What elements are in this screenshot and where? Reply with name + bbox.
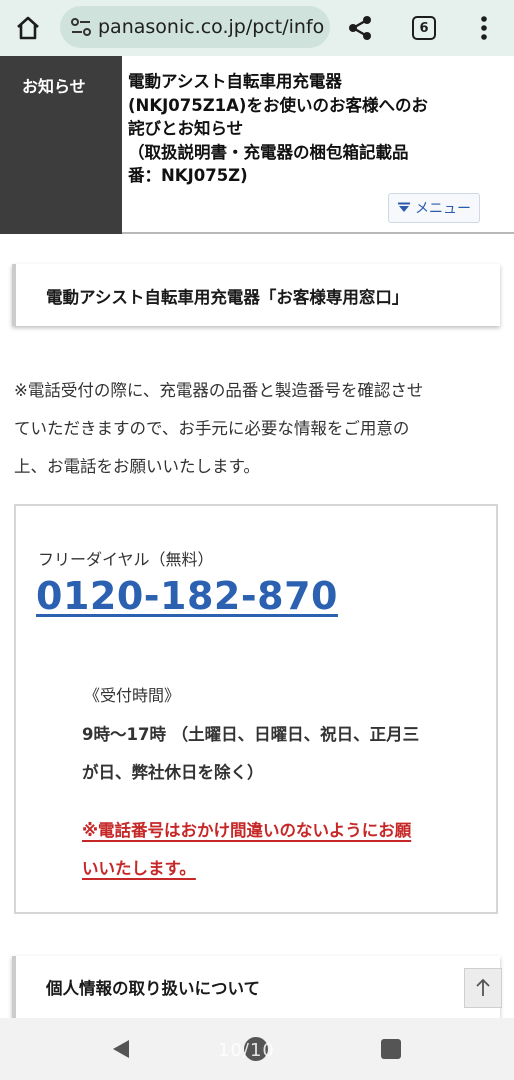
notice-line: (NKJ075Z1A)をお使いのお客様へのお bbox=[128, 95, 428, 115]
menu-button[interactable]: メニュー bbox=[388, 193, 480, 223]
url-text[interactable]: panasonic.co.jp/pct/info bbox=[98, 16, 324, 38]
tab-count: 6 bbox=[419, 20, 429, 36]
warning-text: ※電話番号はおかけ間違いのないようにお願 いいたします。 bbox=[82, 812, 482, 888]
section-heading: 電動アシスト自転車用充電器「お客様専用窓口」 bbox=[12, 264, 500, 326]
notice-line: 詫びとお知らせ bbox=[128, 119, 244, 138]
hours-line: が日、弊社休日を除く） bbox=[82, 763, 264, 782]
warning-line: いいたします。 bbox=[82, 859, 196, 878]
notice-line: 電動アシスト自転車用充電器 bbox=[128, 72, 342, 91]
browser-toolbar: panasonic.co.jp/pct/info 6 bbox=[0, 0, 514, 56]
intro-line: ていただきますので、お手元に必要な情報をご用意の bbox=[14, 419, 410, 438]
notice-label-box: お知らせ bbox=[0, 56, 122, 234]
hours-text: 9時〜17時 （土曜日、日曜日、祝日、正月三 が日、弊社休日を除く） bbox=[82, 716, 482, 792]
nav-recent-icon[interactable] bbox=[381, 1039, 401, 1059]
intro-line: ※電話受付の際に、充電器の品番と製造番号を確認させ bbox=[14, 381, 424, 400]
tabs-icon[interactable]: 6 bbox=[412, 16, 436, 40]
home-icon bbox=[17, 16, 39, 40]
notice-banner: お知らせ 電動アシスト自転車用充電器 (NKJ075Z1A)をお使いのお客様への… bbox=[0, 56, 514, 234]
intro-text: ※電話受付の際に、充電器の品番と製造番号を確認させ ていただきますので、お手元に… bbox=[14, 372, 500, 486]
warning-line: ※電話番号はおかけ間違いのないようにお願 bbox=[82, 821, 412, 840]
home-button[interactable] bbox=[12, 12, 44, 44]
contact-box: フリーダイヤル（無料） 0120-182-870 《受付時間》 9時〜17時 （… bbox=[14, 504, 498, 914]
phone-number-link[interactable]: 0120-182-870 bbox=[36, 574, 338, 618]
notice-title[interactable]: 電動アシスト自転車用充電器 (NKJ075Z1A)をお使いのお客様へのお 詫びと… bbox=[128, 70, 508, 188]
more-vert-icon[interactable] bbox=[476, 14, 492, 42]
notice-label: お知らせ bbox=[22, 77, 86, 96]
system-nav-bar: 10/10 bbox=[0, 1018, 514, 1080]
menu-label: メニュー bbox=[415, 201, 471, 217]
back-to-top-button[interactable] bbox=[464, 968, 502, 1008]
hours-line: 9時〜17時 （土曜日、日曜日、祝日、正月三 bbox=[82, 725, 420, 744]
privacy-heading: 個人情報の取り扱いについて bbox=[12, 956, 500, 1018]
site-settings-icon[interactable] bbox=[70, 17, 92, 37]
address-bar[interactable]: panasonic.co.jp/pct/info bbox=[60, 6, 330, 48]
intro-line: 上、お電話をお願いいたします。 bbox=[14, 457, 260, 476]
free-dial-label: フリーダイヤル（無料） bbox=[38, 550, 214, 569]
share-icon[interactable] bbox=[346, 14, 374, 42]
hours-label: 《受付時間》 bbox=[84, 686, 181, 705]
nav-back-icon[interactable] bbox=[110, 1038, 132, 1060]
privacy-heading-label: 個人情報の取り扱いについて bbox=[46, 979, 261, 998]
page-title: 電動アシスト自転車用充電器「お客様専用窓口」 bbox=[46, 288, 409, 307]
menu-expand-icon bbox=[398, 202, 410, 212]
page-counter: 10/10 bbox=[218, 1040, 275, 1061]
notice-line: 番：NKJ075Z) bbox=[128, 166, 248, 185]
arrow-up-icon bbox=[476, 978, 490, 996]
notice-line: （取扱説明書・充電器の梱包箱記載品 bbox=[128, 142, 409, 162]
